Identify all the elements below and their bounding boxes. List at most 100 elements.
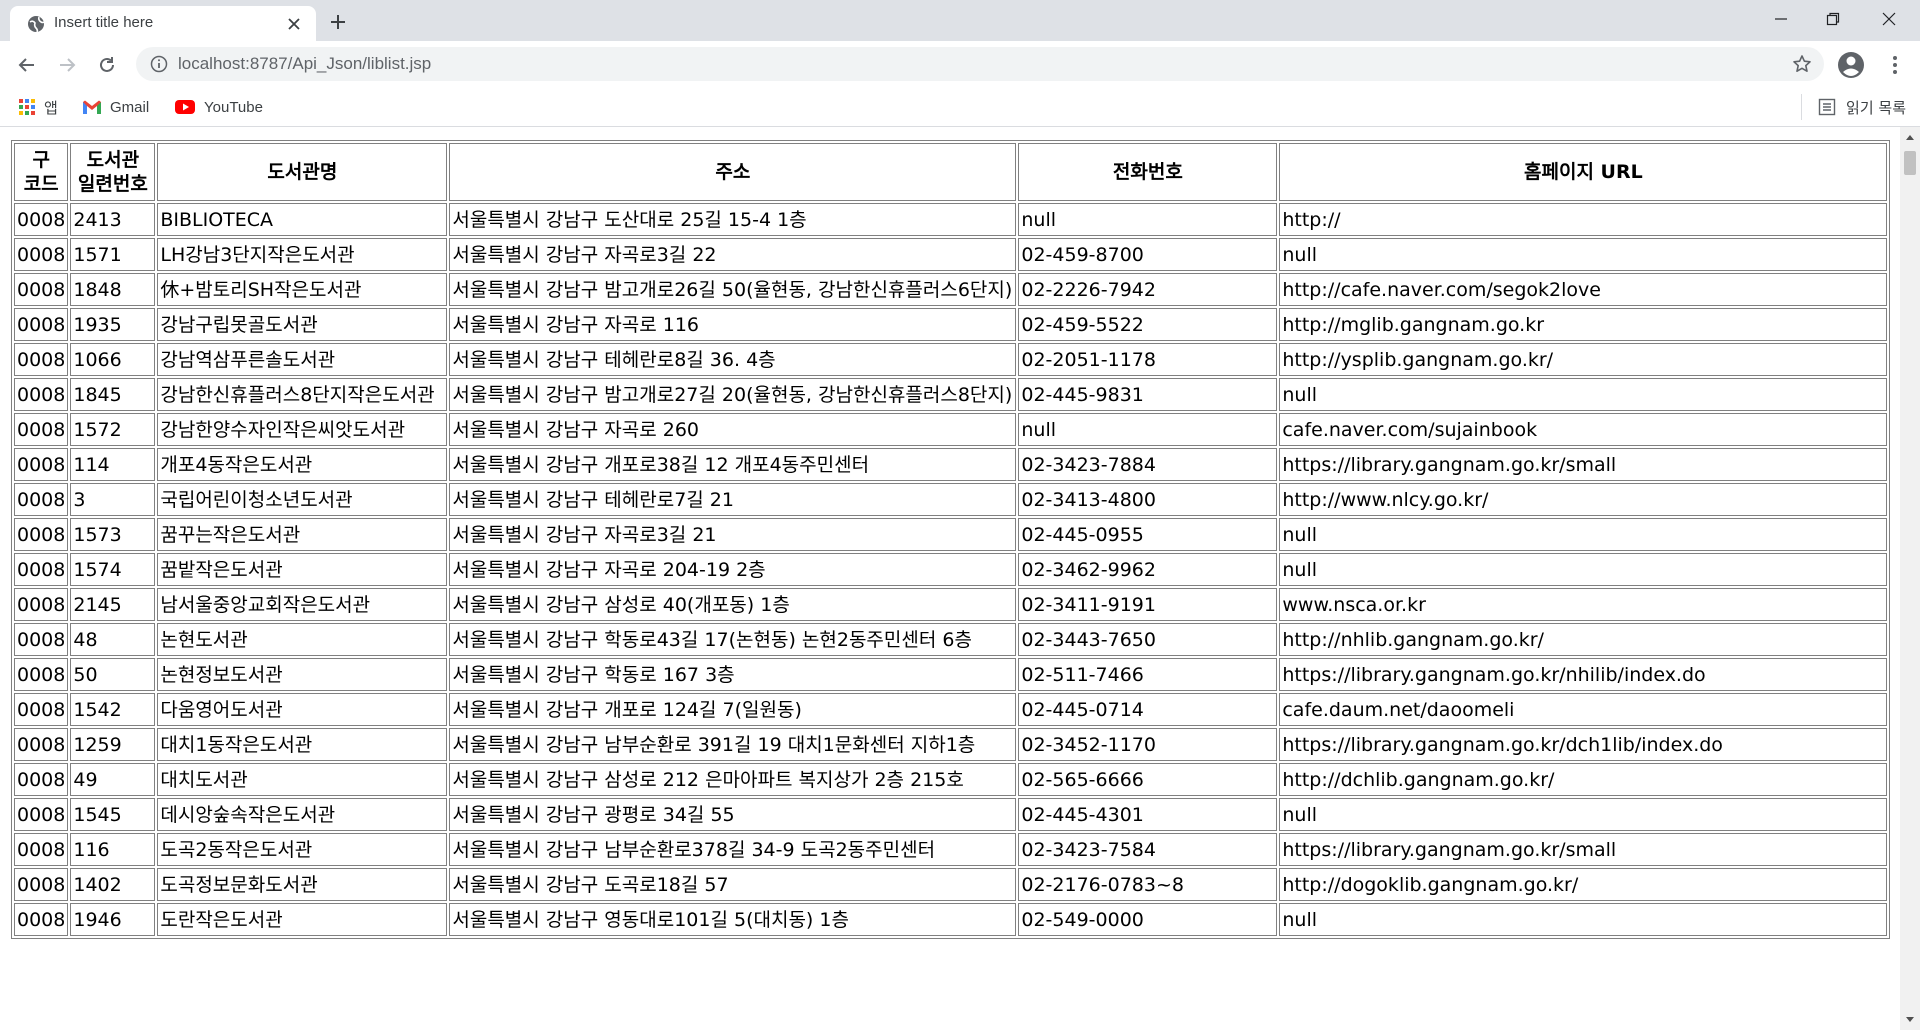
cell-address: 서울특별시 강남구 자곡로 116 bbox=[449, 308, 1017, 341]
browser-tab[interactable]: Insert title here bbox=[10, 6, 316, 41]
cell-serial: 1572 bbox=[70, 413, 156, 446]
cell-code: 0008 bbox=[14, 448, 69, 481]
table-row: 0008 1545 데시앙숲속작은도서관 서울특별시 강남구 광평로 34길 55 02… bbox=[14, 798, 1888, 831]
table-row: 0008 1542 다움영어도서관 서울특별시 강남구 개포로 124길 7(일원동)… bbox=[14, 693, 1888, 726]
address-bar[interactable]: localhost:8787/Api_Json/liblist.jsp bbox=[136, 47, 1824, 81]
cell-address: 서울특별시 강남구 개포로 124길 7(일원동) bbox=[449, 693, 1017, 726]
table-row: 0008 116 도곡2동작은도서관 서울특별시 강남구 남부순환로378길 34-9… bbox=[14, 833, 1888, 866]
cell-code: 0008 bbox=[14, 868, 69, 901]
forward-button[interactable] bbox=[52, 50, 82, 80]
cell-address: 서울특별시 강남구 자곡로 260 bbox=[449, 413, 1017, 446]
url-text[interactable]: localhost:8787/Api_Json/liblist.jsp bbox=[178, 54, 431, 74]
menu-kebab-icon[interactable] bbox=[1880, 50, 1910, 80]
cell-phone: 02-445-4301 bbox=[1018, 798, 1278, 831]
cell-address: 서울특별시 강남구 학동로43길 17(논현동) 논현2동주민센터 6층 bbox=[449, 623, 1017, 656]
cell-url: http:// bbox=[1279, 203, 1888, 236]
table-row: 0008 1574 꿈밭작은도서관 서울특별시 강남구 자곡로 204-19 2층 02… bbox=[14, 553, 1888, 586]
cell-name: 강남한신휴플러스8단지작은도서관 bbox=[157, 378, 448, 411]
profile-avatar-icon[interactable] bbox=[1836, 50, 1866, 80]
cell-address: 서울특별시 강남구 밤고개로27길 20(율현동, 강남한신휴플러스8단지) bbox=[449, 378, 1017, 411]
cell-address: 서울특별시 강남구 개포로38길 12 개포4동주민센터 bbox=[449, 448, 1017, 481]
cell-serial: 1935 bbox=[70, 308, 156, 341]
cell-code: 0008 bbox=[14, 763, 69, 796]
cell-phone: 02-549-0000 bbox=[1018, 903, 1278, 936]
close-tab-icon[interactable] bbox=[284, 14, 304, 34]
restore-icon bbox=[1826, 12, 1840, 26]
cell-url: https://library.gangnam.go.kr/small bbox=[1279, 448, 1888, 481]
cell-code: 0008 bbox=[14, 903, 69, 936]
cell-phone: 02-445-0955 bbox=[1018, 518, 1278, 551]
cell-code: 0008 bbox=[14, 553, 69, 586]
library-table: 구 코드 도서관 일련번호 도서관명 주소 전화번호 홈페이지 URL 0008 2413 B… bbox=[11, 140, 1891, 939]
vertical-scrollbar[interactable] bbox=[1900, 127, 1920, 1030]
browser-toolbar: localhost:8787/Api_Json/liblist.jsp bbox=[0, 41, 1920, 88]
cell-address: 서울특별시 강남구 자곡로 204-19 2층 bbox=[449, 553, 1017, 586]
cell-phone: 02-3443-7650 bbox=[1018, 623, 1278, 656]
cell-phone: 02-3423-7584 bbox=[1018, 833, 1278, 866]
cell-name: 강남한양수자인작은씨앗도서관 bbox=[157, 413, 448, 446]
cell-url: null bbox=[1279, 238, 1888, 271]
arrow-left-icon bbox=[18, 58, 34, 72]
table-row: 0008 1573 꿈꾸는작은도서관 서울특별시 강남구 자곡로3길 21 02-445… bbox=[14, 518, 1888, 551]
cell-address: 서울특별시 강남구 삼성로 212 은마아파트 복지상가 2층 215호 bbox=[449, 763, 1017, 796]
back-button[interactable] bbox=[12, 50, 42, 80]
cell-code: 0008 bbox=[14, 273, 69, 306]
minimize-button[interactable] bbox=[1758, 4, 1804, 34]
cell-address: 서울특별시 강남구 자곡로3길 22 bbox=[449, 238, 1017, 271]
cell-address: 서울특별시 강남구 도산대로 25길 15-4 1층 bbox=[449, 203, 1017, 236]
cell-url: http://www.nlcy.go.kr/ bbox=[1279, 483, 1888, 516]
cell-address: 서울특별시 강남구 남부순환로 391길 19 대치1문화센터 지하1층 bbox=[449, 728, 1017, 761]
table-row: 0008 48 논현도서관 서울특별시 강남구 학동로43길 17(논현동) 논현2동… bbox=[14, 623, 1888, 656]
cell-serial: 1845 bbox=[70, 378, 156, 411]
scrollbar-thumb[interactable] bbox=[1904, 151, 1916, 175]
cell-name: 남서울중앙교회작은도서관 bbox=[157, 588, 448, 621]
reading-list-button[interactable]: 읽기 목록 bbox=[1801, 94, 1906, 120]
cell-address: 서울특별시 강남구 남부순환로378길 34-9 도곡2동주민센터 bbox=[449, 833, 1017, 866]
cell-name: 꿈밭작은도서관 bbox=[157, 553, 448, 586]
info-icon[interactable] bbox=[150, 55, 168, 77]
table-row: 0008 1259 대치1동작은도서관 서울특별시 강남구 남부순환로 391길 19… bbox=[14, 728, 1888, 761]
bookmark-gmail[interactable]: Gmail bbox=[74, 94, 157, 120]
apps-grid-icon bbox=[19, 99, 35, 115]
table-row: 0008 1845 강남한신휴플러스8단지작은도서관 서울특별시 강남구 밤고개로27… bbox=[14, 378, 1888, 411]
cell-code: 0008 bbox=[14, 833, 69, 866]
cell-code: 0008 bbox=[14, 413, 69, 446]
table-row: 0008 2145 남서울중앙교회작은도서관 서울특별시 강남구 삼성로 40(개포동… bbox=[14, 588, 1888, 621]
bookmark-youtube[interactable]: YouTube bbox=[166, 94, 271, 120]
cell-address: 서울특별시 강남구 도곡로18길 57 bbox=[449, 868, 1017, 901]
cell-address: 서울특별시 강남구 학동로 167 3층 bbox=[449, 658, 1017, 691]
cell-name: 다움영어도서관 bbox=[157, 693, 448, 726]
cell-url: http://ysplib.gangnam.go.kr/ bbox=[1279, 343, 1888, 376]
cell-address: 서울특별시 강남구 테헤란로8길 36. 4층 bbox=[449, 343, 1017, 376]
bookmark-apps[interactable]: 앱 bbox=[10, 94, 66, 120]
bookmark-star-icon[interactable] bbox=[1792, 54, 1812, 78]
close-window-button[interactable] bbox=[1866, 4, 1912, 34]
table-row: 0008 114 개포4동작은도서관 서울특별시 강남구 개포로38길 12 개포4동… bbox=[14, 448, 1888, 481]
cell-code: 0008 bbox=[14, 658, 69, 691]
cell-phone: 02-445-0714 bbox=[1018, 693, 1278, 726]
page-viewport: 구 코드 도서관 일련번호 도서관명 주소 전화번호 홈페이지 URL 0008 2413 B… bbox=[0, 127, 1900, 1030]
cell-name: 도곡정보문화도서관 bbox=[157, 868, 448, 901]
tab-title: Insert title here bbox=[54, 14, 154, 31]
scroll-up-icon[interactable] bbox=[1905, 133, 1915, 141]
table-row: 0008 1848 休+밤토리SH작은도서관 서울특별시 강남구 밤고개로26길 50… bbox=[14, 273, 1888, 306]
minimize-icon bbox=[1775, 18, 1787, 20]
new-tab-button[interactable] bbox=[324, 8, 352, 36]
cell-address: 서울특별시 강남구 광평로 34길 55 bbox=[449, 798, 1017, 831]
scroll-down-icon[interactable] bbox=[1905, 1016, 1915, 1024]
cell-serial: 1573 bbox=[70, 518, 156, 551]
restore-button[interactable] bbox=[1810, 4, 1856, 34]
cell-code: 0008 bbox=[14, 693, 69, 726]
cell-serial: 1571 bbox=[70, 238, 156, 271]
cell-code: 0008 bbox=[14, 483, 69, 516]
cell-phone: 02-2051-1178 bbox=[1018, 343, 1278, 376]
cell-name: 도란작은도서관 bbox=[157, 903, 448, 936]
cell-phone: 02-3423-7884 bbox=[1018, 448, 1278, 481]
cell-serial: 3 bbox=[70, 483, 156, 516]
cell-serial: 1066 bbox=[70, 343, 156, 376]
cell-serial: 2145 bbox=[70, 588, 156, 621]
reload-button[interactable] bbox=[92, 50, 122, 80]
cell-name: LH강남3단지작은도서관 bbox=[157, 238, 448, 271]
header-phone: 전화번호 bbox=[1018, 143, 1278, 201]
cell-phone: 02-3452-1170 bbox=[1018, 728, 1278, 761]
